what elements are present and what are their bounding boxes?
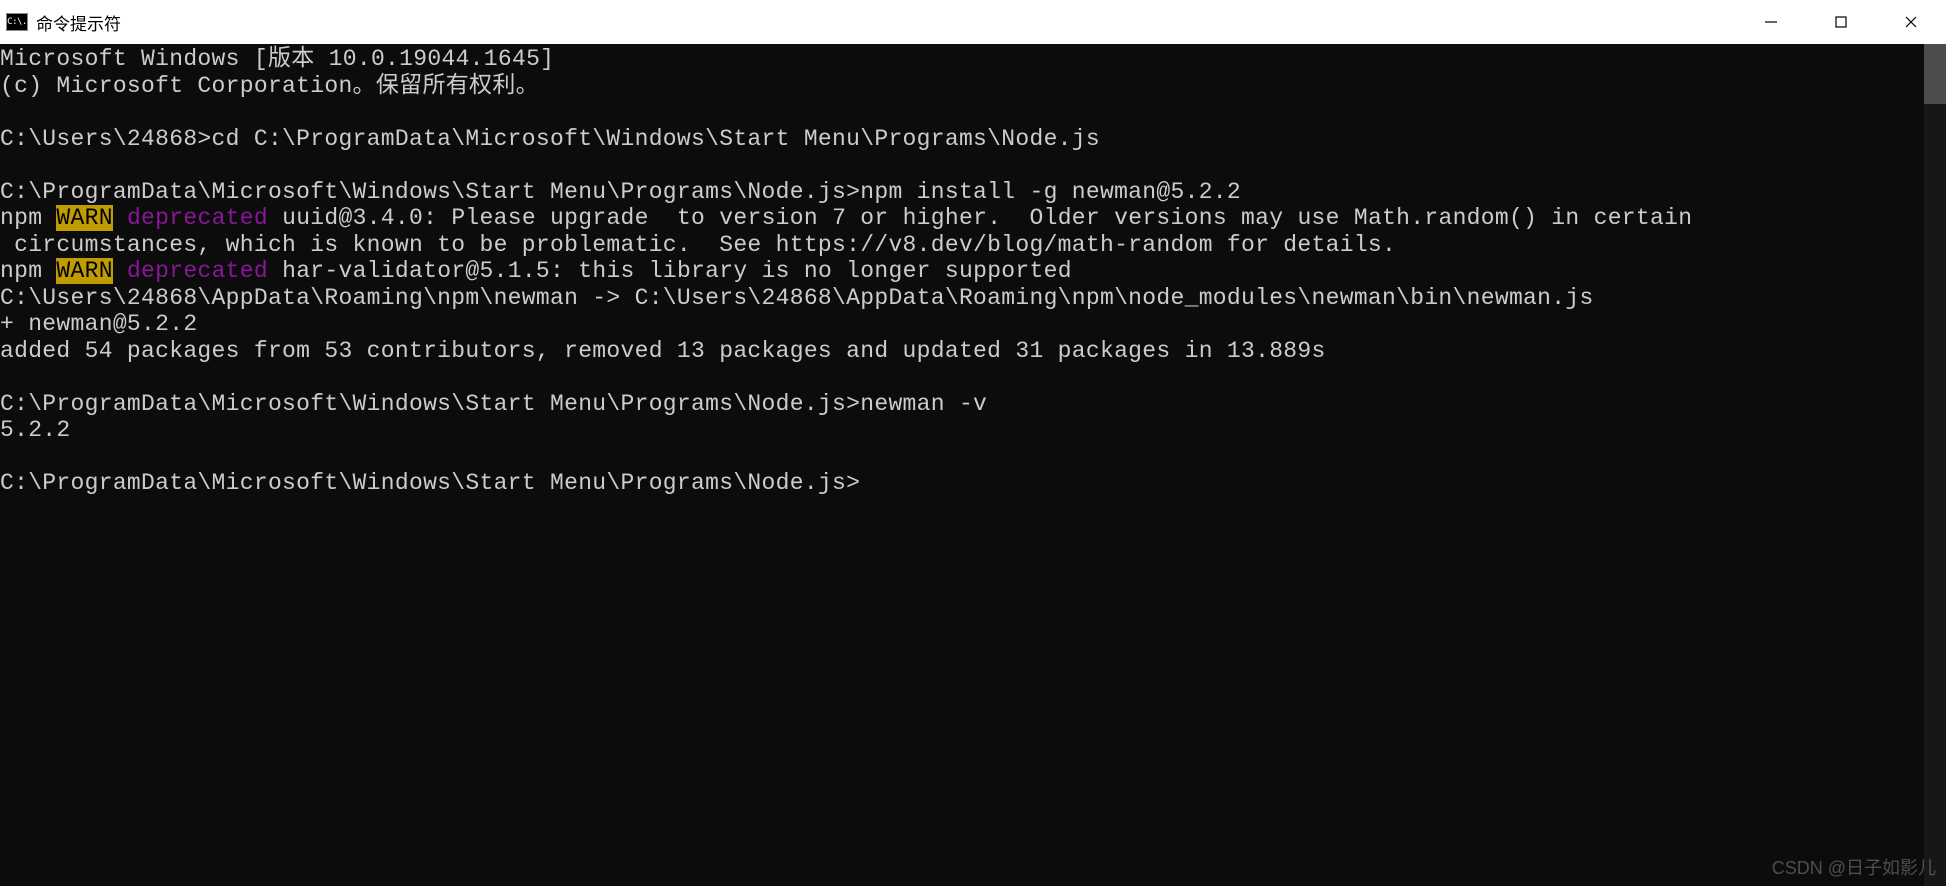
- terminal-text: circumstances, which is known to be prob…: [0, 232, 1396, 258]
- terminal-text: [113, 205, 127, 231]
- terminal-output[interactable]: Microsoft Windows [版本 10.0.19044.1645](c…: [0, 44, 1924, 886]
- terminal-line: C:\ProgramData\Microsoft\Windows\Start M…: [0, 179, 1924, 206]
- terminal-text: C:\ProgramData\Microsoft\Windows\Start M…: [0, 179, 1241, 205]
- terminal-line: npm WARN deprecated har-validator@5.1.5:…: [0, 258, 1924, 285]
- terminal-line: [0, 444, 1924, 471]
- terminal-line: C:\ProgramData\Microsoft\Windows\Start M…: [0, 391, 1924, 418]
- terminal-line: C:\ProgramData\Microsoft\Windows\Start M…: [0, 470, 1924, 497]
- terminal-line: npm WARN deprecated uuid@3.4.0: Please u…: [0, 205, 1924, 232]
- terminal-text: uuid@3.4.0: Please upgrade to version 7 …: [268, 205, 1692, 231]
- terminal-text: C:\ProgramData\Microsoft\Windows\Start M…: [0, 470, 860, 496]
- titlebar: C:\. 命令提示符: [0, 0, 1946, 44]
- terminal-text: npm: [0, 205, 56, 231]
- npm-deprecated-label: deprecated: [127, 258, 268, 284]
- npm-warn-badge: WARN: [56, 205, 112, 231]
- window-title: 命令提示符: [36, 10, 1736, 35]
- terminal-text: har-validator@5.1.5: this library is no …: [268, 258, 1072, 284]
- terminal-text: C:\Users\24868>cd C:\ProgramData\Microso…: [0, 126, 1100, 152]
- cmd-icon: C:\.: [6, 13, 28, 31]
- terminal-text: C:\ProgramData\Microsoft\Windows\Start M…: [0, 391, 987, 417]
- minimize-button[interactable]: [1736, 0, 1806, 44]
- terminal-text: added 54 packages from 53 contributors, …: [0, 338, 1326, 364]
- terminal-text: + newman@5.2.2: [0, 311, 197, 337]
- terminal-line: added 54 packages from 53 contributors, …: [0, 338, 1924, 365]
- terminal-wrap: Microsoft Windows [版本 10.0.19044.1645](c…: [0, 44, 1946, 886]
- terminal-text: npm: [0, 258, 56, 284]
- terminal-line: circumstances, which is known to be prob…: [0, 232, 1924, 259]
- terminal-line: Microsoft Windows [版本 10.0.19044.1645]: [0, 46, 1924, 73]
- terminal-line: 5.2.2: [0, 417, 1924, 444]
- terminal-line: [0, 152, 1924, 179]
- terminal-text: [113, 258, 127, 284]
- terminal-line: [0, 364, 1924, 391]
- scrollbar-thumb[interactable]: [1924, 44, 1946, 104]
- terminal-line: C:\Users\24868\AppData\Roaming\npm\newma…: [0, 285, 1924, 312]
- terminal-text: C:\Users\24868\AppData\Roaming\npm\newma…: [0, 285, 1594, 311]
- terminal-text: (c) Microsoft Corporation。保留所有权利。: [0, 73, 539, 99]
- terminal-line: (c) Microsoft Corporation。保留所有权利。: [0, 73, 1924, 100]
- npm-deprecated-label: deprecated: [127, 205, 268, 231]
- npm-warn-badge: WARN: [56, 258, 112, 284]
- scrollbar[interactable]: [1924, 44, 1946, 886]
- maximize-button[interactable]: [1806, 0, 1876, 44]
- terminal-text: Microsoft Windows [版本 10.0.19044.1645]: [0, 46, 554, 72]
- close-button[interactable]: [1876, 0, 1946, 44]
- terminal-line: [0, 99, 1924, 126]
- terminal-text: 5.2.2: [0, 417, 71, 443]
- terminal-line: C:\Users\24868>cd C:\ProgramData\Microso…: [0, 126, 1924, 153]
- terminal-line: + newman@5.2.2: [0, 311, 1924, 338]
- window-controls: [1736, 0, 1946, 44]
